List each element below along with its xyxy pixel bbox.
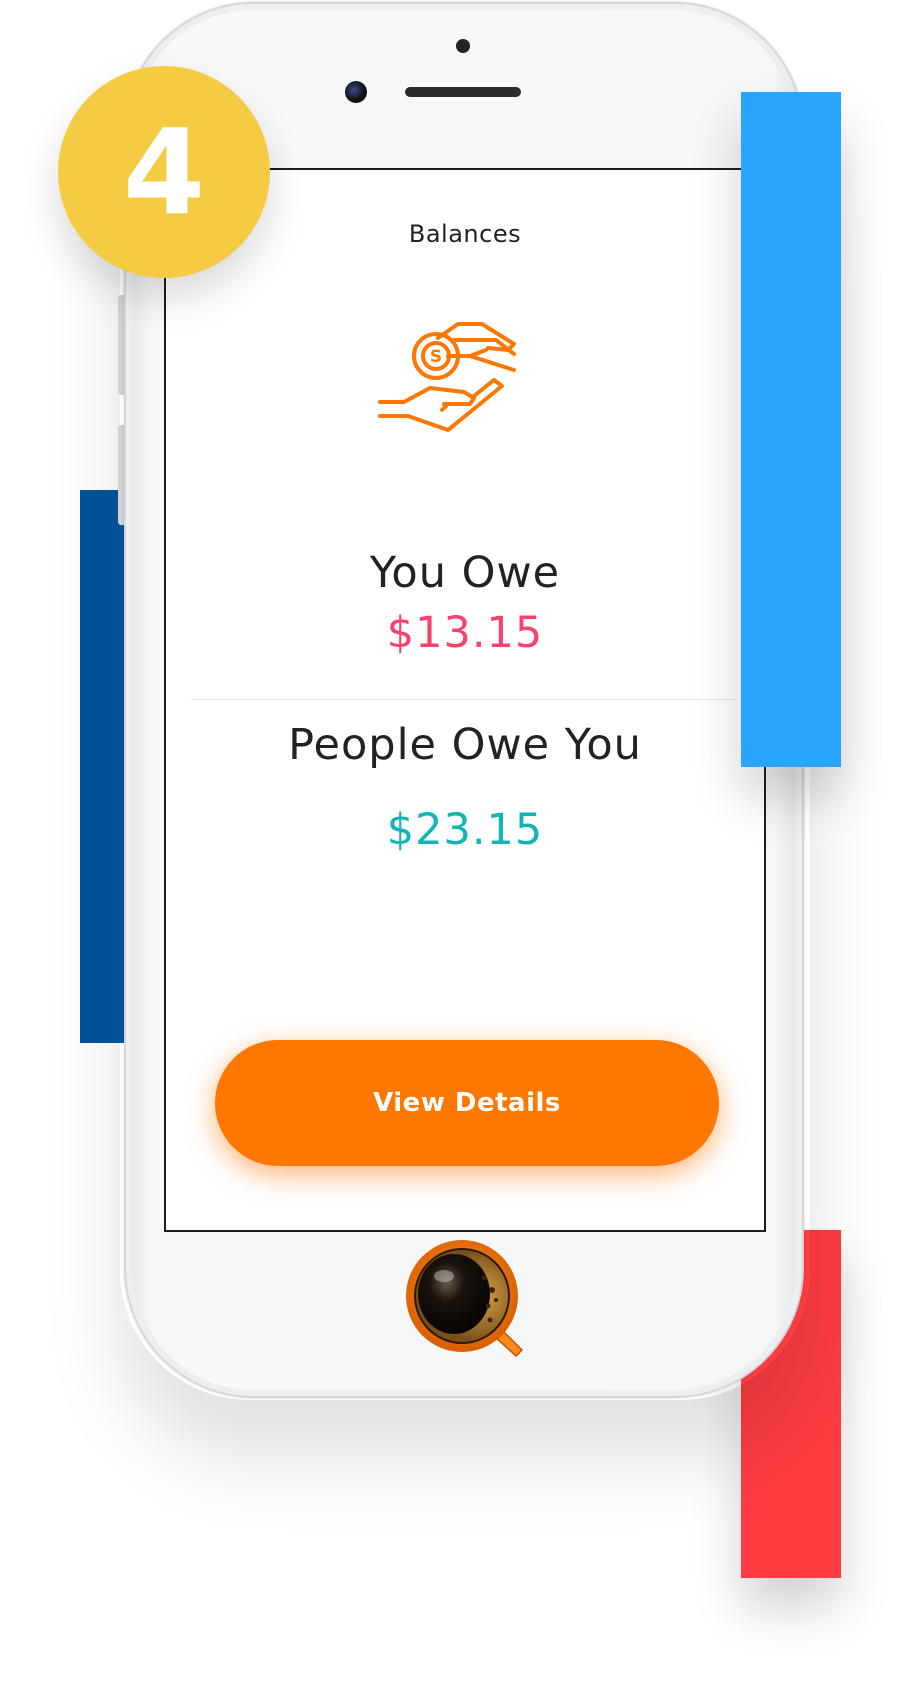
front-camera <box>345 81 367 103</box>
people-owe-you-amount: $23.15 <box>386 805 544 855</box>
earpiece-speaker <box>405 87 521 97</box>
decor-bar-light-blue <box>741 92 841 767</box>
svg-text:S: S <box>430 347 442 367</box>
divider <box>191 699 736 700</box>
you-owe-label: You Owe <box>369 548 561 598</box>
coffee-cup-icon[interactable] <box>404 1238 528 1362</box>
step-number-badge: 4 <box>58 66 270 278</box>
you-owe-amount: $13.15 <box>386 608 544 658</box>
people-owe-you-label: People Owe You <box>288 720 642 770</box>
phone-screen: Balances S You Owe $13.15 People Owe You… <box>164 168 766 1232</box>
proximity-sensor <box>456 39 470 53</box>
promo-stage: Balances S You Owe $13.15 People Owe You… <box>0 0 912 1696</box>
view-details-button[interactable]: View Details <box>215 1040 719 1166</box>
hand-coin-icon: S <box>378 322 516 432</box>
